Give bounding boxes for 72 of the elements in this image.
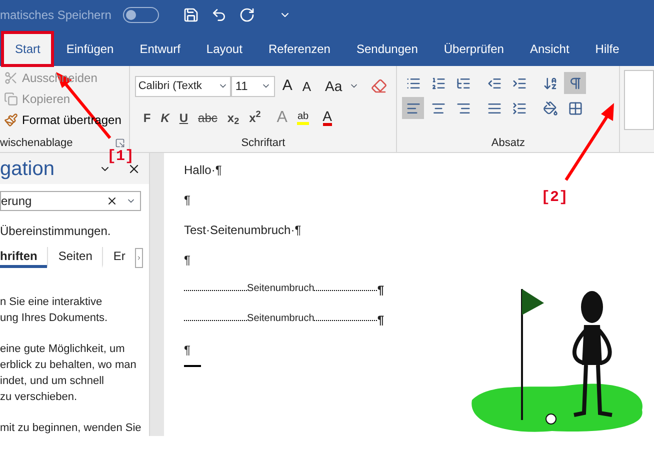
paint-bucket-icon xyxy=(542,100,558,116)
document-line: ¶ xyxy=(184,342,190,359)
clear-icon[interactable] xyxy=(106,195,118,207)
outdent-icon xyxy=(486,76,502,90)
format-button[interactable]: x$^{2}$ xyxy=(247,108,263,126)
format-button[interactable]: x$_{2}$ xyxy=(225,108,242,126)
borders-icon xyxy=(568,100,583,116)
format-button[interactable]: U xyxy=(177,108,190,126)
ribbon-tab[interactable]: Hilfe xyxy=(582,32,632,66)
page-break-marker: Seitenumbruch xyxy=(247,312,314,326)
sort-icon xyxy=(542,76,558,90)
pilcrow-icon xyxy=(568,76,583,90)
paragraph-button[interactable] xyxy=(402,97,424,119)
format-button[interactable]: abc xyxy=(196,108,220,126)
pilcrow-mark: ¶ xyxy=(377,282,384,299)
autosave-label: matisches Speichern xyxy=(0,7,112,24)
ribbon-tab[interactable]: Referenzen xyxy=(255,32,344,66)
bullet-list-icon xyxy=(406,76,421,90)
save-icon[interactable] xyxy=(183,7,200,23)
group-label: Schriftart xyxy=(241,136,286,150)
end-of-document-mark xyxy=(184,365,201,367)
document-line: Test·Seitenumbruch·¶ xyxy=(184,222,302,239)
highlight-button[interactable]: ab xyxy=(297,110,309,124)
numbered-list-icon xyxy=(430,76,446,90)
shrink-font-button[interactable]: A xyxy=(299,76,314,96)
ribbon-tab[interactable]: Entwurf xyxy=(126,32,194,66)
match-count-text: Übereinstimmungen. xyxy=(0,223,112,240)
document-line: ¶ xyxy=(184,192,190,209)
font-size-field[interactable]: 11 xyxy=(231,76,276,97)
ribbon-tab[interactable]: Sendungen xyxy=(343,32,431,66)
ribbon-tab[interactable]: Start xyxy=(2,32,54,66)
search-field[interactable]: erung xyxy=(0,191,141,211)
help-paragraph: n Sie eine interaktive ung Ihres Dokuments. xyxy=(0,295,109,326)
annotation-label: [2] xyxy=(541,188,568,208)
undo-icon[interactable] xyxy=(211,7,228,23)
align-right-icon xyxy=(456,100,471,116)
paragraph-button[interactable] xyxy=(564,72,586,94)
align-left-icon xyxy=(406,100,421,116)
font-name-field[interactable]: Calibri (Textk xyxy=(135,76,232,97)
pane-title: gation xyxy=(0,156,54,182)
pane-tab[interactable]: Seiten xyxy=(47,247,102,268)
justify-icon xyxy=(486,100,502,116)
help-paragraph: mit zu beginnen, wenden Sie xyxy=(0,421,142,436)
group-label: Absatz xyxy=(490,136,526,150)
format-button[interactable]: K xyxy=(158,108,172,126)
annotation-label: [1] xyxy=(107,147,134,167)
ribbon-tab[interactable]: Layout xyxy=(193,32,256,66)
page-break-marker: Seitenumbruch xyxy=(247,282,314,296)
document-line: Hallo·¶ xyxy=(184,162,222,179)
multilevel-list-icon xyxy=(456,76,471,90)
dialog-launcher-icon[interactable] xyxy=(115,138,126,148)
copy-icon xyxy=(4,92,18,106)
scissors-icon xyxy=(4,71,18,85)
line-spacing-icon xyxy=(512,100,527,116)
group-label: wischenablage xyxy=(0,136,73,150)
ribbon-tab[interactable]: Einfügen xyxy=(53,32,127,66)
grow-font-button[interactable]: A xyxy=(279,75,296,98)
pane-tab[interactable]: hriften xyxy=(0,247,48,268)
indent-icon xyxy=(512,76,527,90)
redo-icon[interactable] xyxy=(239,7,256,23)
ribbon-tab[interactable]: Ansicht xyxy=(516,32,582,66)
pilcrow-mark: ¶ xyxy=(377,312,384,329)
font-color-button[interactable]: A xyxy=(322,109,332,126)
paintbrush-icon xyxy=(4,113,18,127)
help-paragraph: eine gute Möglichkeit, um erblick zu behalten, wo man indet, und um schnell zu verschieben. xyxy=(0,342,138,405)
format-button[interactable]: F xyxy=(141,108,153,126)
document-line: ¶ xyxy=(184,252,190,269)
change-case-button[interactable]: Aa xyxy=(322,76,346,97)
eraser-icon[interactable] xyxy=(371,78,388,94)
align-center-icon xyxy=(430,100,446,116)
autosave-toggle[interactable] xyxy=(123,7,160,23)
ribbon-tab[interactable]: Überprüfen xyxy=(430,32,517,66)
